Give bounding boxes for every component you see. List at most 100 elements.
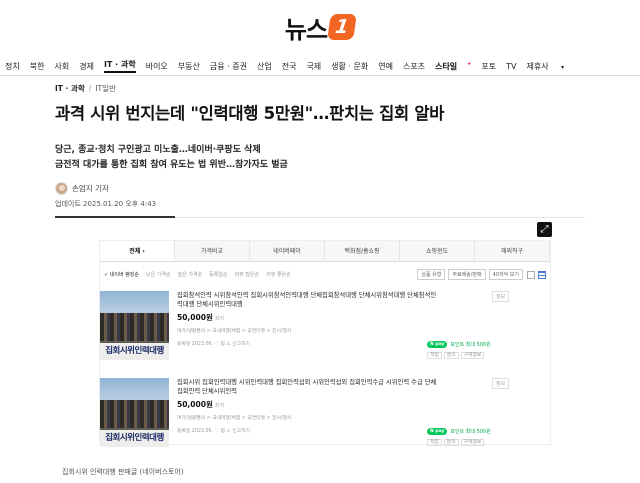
article-headline: 과격 시위 번지는데 "인력대행 5만원"…판치는 집회 알바 [55,104,445,123]
nav-item[interactable]: 북한 [30,61,45,72]
nav-item[interactable]: 생활 · 문화 [331,61,368,72]
product-item: 집회시위인력대행 집회참석인력 시위참석인력 집회시위참석인력대행 단체집회참석… [100,291,552,369]
product-item: 집회시위인력대행 집회시위 집회인력대행 시위인력대행 집회인력섭외 시위인력섭… [100,378,552,456]
author-name: 손엄지 기자 [72,184,109,193]
sort-option: 높은 가격순 [177,272,203,278]
nav-item[interactable]: TV [506,62,516,71]
product-action: 구매정보 [460,352,485,359]
shop-selects: 상품 유형 무료배송/판매 40개씩 보기 [414,269,546,280]
subhead-line: 금전적 대가를 통한 집회 참여 유도는 법 위반…참가자도 벌금 [55,160,288,170]
logo-mark: 1 [327,14,357,40]
product-action: 문의 [443,439,459,446]
nav-item[interactable]: 금융 · 증권 [210,61,247,72]
price-note: 최저 [214,316,225,322]
breadcrumb-sub[interactable]: IT일반 [95,84,116,93]
caret-down-icon: ▾ [561,63,565,71]
product-action: 적립 [427,352,442,359]
sparkle-icon: ✦ [467,60,472,67]
product-info: 집회시위 집회인력대행 시위인력대행 집회인력섭외 시위인력섭외 집회인력수급 … [177,378,439,434]
nav-divider [0,75,640,76]
breadcrumb-separator: / [88,84,92,93]
site-logo[interactable]: 뉴스 1 [0,10,640,44]
nav-item[interactable]: 전국 [282,61,297,72]
product-price: 50,000원 최저 [177,399,439,410]
nav-item[interactable]: 부동산 [178,61,200,72]
nav-item[interactable]: 포토 [481,61,496,72]
price-value: 50,000원 [177,400,213,409]
product-thumbnail: 집회시위인력대행 [100,378,169,447]
npay-badge: N pay [427,341,448,348]
product-actions: 적립 문의 구매정보 [427,438,486,446]
shop-tab: 네이버페이 [250,241,325,261]
breadcrumb: IT · 과학 / IT일반 [55,83,116,94]
npay-badge-row: N pay 포인트 최대 500원 [427,428,491,435]
product-actions: 적립 문의 구매정보 [427,351,486,359]
shop-tab: 쇼핑윈도 [400,241,475,261]
product-info-tag: 정보 [492,378,510,389]
shop-tab-label: 전체 [129,248,141,255]
thumbnail-caption: 집회시위인력대행 [100,430,169,447]
npay-badge: N pay [427,428,448,435]
shop-tabs: 전체 › 가격비교 네이버페이 백화점/홈쇼핑 쇼핑윈도 해외직구 [100,241,550,262]
grid-view-icon [527,270,535,279]
nav-item[interactable]: 정치 [5,61,20,72]
expand-image-icon[interactable]: ⤢ [537,222,552,237]
nav-item-active[interactable]: IT · 과학 [103,59,136,73]
logo-text: 뉴스 [284,15,328,44]
nav-item-style[interactable]: 스타일 ✦ [435,61,471,72]
shop-filter-bar: ✓ 네이버 랭킹순 낮은 가격순 높은 가격순 등록일순 리뷰 많은순 리뷰 좋… [100,266,550,283]
image-caption: 집회시위 인력대행 판매글 (네이버스토어) [62,468,184,476]
sort-option: 낮은 가격순 [145,272,171,278]
sort-option: 리뷰 많은순 [234,272,260,278]
nav-item[interactable]: 스포츠 [403,61,425,72]
product-price: 50,000원 최저 [177,312,439,323]
shop-tab-all: 전체 › [100,241,175,261]
nav-item[interactable]: 바이오 [146,61,168,72]
breadcrumb-section[interactable]: IT · 과학 [55,84,85,93]
author-byline[interactable]: 손엄지 기자 [55,182,109,195]
updated-timestamp: 업데이트 2025.01.20 오후 4:43 [55,200,157,208]
list-view-icon [538,270,546,279]
product-action: 구매정보 [460,439,485,446]
nav-style-label: 스타일 [435,61,458,71]
nav-item[interactable]: 국제 [306,61,321,72]
thumbnail-caption: 집회시위인력대행 [100,343,169,360]
article-subheads: 당근, 종교·정치 구인광고 미노출…네이버·쿠팡도 삭제 금전적 대가를 통한… [55,143,288,173]
shop-tab: 가격비교 [175,241,250,261]
main-nav: 정치 북한 사회 경제 IT · 과학 바이오 부동산 금융 · 증권 산업 전… [0,56,640,76]
product-title: 집회시위 집회인력대행 시위인력대행 집회인력섭외 시위인력섭외 집회인력수급 … [177,379,437,395]
product-thumbnail: 집회시위인력대행 [100,291,169,360]
shipping-select: 무료배송/판매 [448,269,486,280]
product-title: 집회참석인력 시위참석인력 집회시위참석인력대행 단체집회참석대행 단체시위참석… [177,292,437,308]
price-note: 최저 [214,403,225,409]
product-info: 집회참석인력 시위참석인력 집회시위참석인력대행 단체집회참석대행 단체시위참석… [177,291,439,347]
sort-option: 리뷰 좋은순 [266,272,291,278]
nav-item[interactable]: 사회 [54,61,69,72]
npay-badge-row: N pay 포인트 최대 500원 [427,341,491,348]
nav-item[interactable]: 산업 [257,61,272,72]
article-divider [55,216,585,218]
author-avatar [55,182,68,195]
npay-points: 포인트 최대 500원 [450,429,491,435]
crowd-photo [100,400,169,428]
npay-points: 포인트 최대 500원 [450,342,491,348]
product-registered: 등록일 2023.06. ♡ 찜 ⚠ 신고하기 [177,342,250,347]
nav-item[interactable]: 경제 [79,61,94,72]
product-action: 문의 [443,352,459,359]
sort-option: ✓ 네이버 랭킹순 [104,272,139,278]
nav-item[interactable]: 연예 [378,61,393,72]
crowd-photo [100,313,169,341]
product-category: 여가/생활편의 > 국내여행/체험 > 공연티켓 > 전시/행사 [177,329,292,334]
shop-tab: 백화점/홈쇼핑 [325,241,400,261]
nav-item-partners[interactable]: 제휴사 ▾ [526,61,564,72]
product-action: 적립 [427,439,442,446]
product-registered: 등록일 2023.06. ♡ 찜 ⚠ 신고하기 [177,429,250,434]
product-category: 여가/생활편의 > 국내여행/체험 > 공연티켓 > 전시/행사 [177,416,292,421]
product-type-select: 상품 유형 [417,269,446,280]
price-value: 50,000원 [177,313,213,322]
sort-option: 등록일순 [209,272,228,278]
subhead-line: 당근, 종교·정치 구인광고 미노출…네이버·쿠팡도 삭제 [55,145,261,155]
article-image-shop-screenshot: 전체 › 가격비교 네이버페이 백화점/홈쇼핑 쇼핑윈도 해외직구 ✓ 네이버 … [99,240,552,447]
shop-tab: 해외직구 [475,241,550,261]
page-size-select: 40개씩 보기 [488,269,523,280]
